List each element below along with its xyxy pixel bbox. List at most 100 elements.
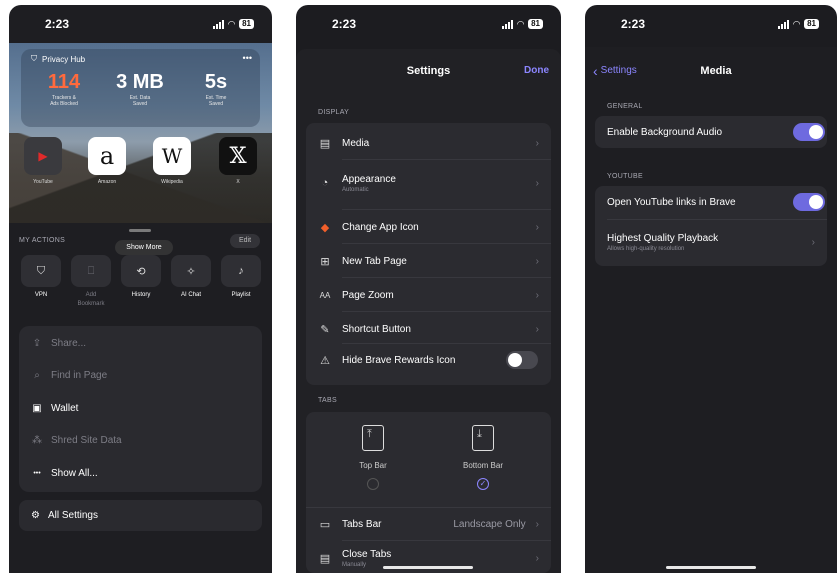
open-youtube-row[interactable]: Open YouTube links in Brave bbox=[607, 186, 815, 218]
new-tab-icon: ⊞ bbox=[320, 255, 330, 268]
action-history[interactable]: ⟲ History bbox=[119, 255, 163, 300]
sheet-grabber[interactable] bbox=[129, 229, 151, 232]
divider bbox=[342, 277, 551, 278]
signal-icon bbox=[213, 19, 225, 29]
top-bar-radio[interactable] bbox=[367, 478, 379, 490]
search-icon: ⌕ bbox=[34, 370, 40, 381]
action-playlist[interactable]: ♪ Playlist bbox=[219, 255, 263, 300]
tabs-bar-row[interactable]: ▭ Tabs Bar Landscape Only › bbox=[318, 509, 539, 539]
status-bar: 2:23 ◠ 81 bbox=[585, 5, 837, 43]
appearance-icon: ◔ bbox=[321, 177, 329, 189]
page-title: Media bbox=[700, 65, 732, 77]
favorite-x[interactable]: 𝕏X bbox=[218, 137, 258, 185]
settings-row-text: Page Zoom bbox=[342, 290, 394, 301]
settings-row-label: Appearance bbox=[342, 173, 396, 185]
open-youtube-toggle[interactable] bbox=[793, 193, 825, 211]
more-icon: ••• bbox=[33, 469, 41, 477]
divider bbox=[306, 507, 551, 508]
status-icons: ◠ 81 bbox=[778, 19, 819, 30]
action-add-bookmark[interactable]: ⎕ Add Bookmark bbox=[69, 255, 113, 309]
stat-value: 3 MB bbox=[116, 71, 164, 93]
hide-rewards-label: Hide Brave Rewards Icon bbox=[342, 354, 456, 366]
action-vpn[interactable]: ⛉ VPN bbox=[19, 255, 63, 300]
menu-item-share[interactable]: ⇪ Share... bbox=[31, 331, 260, 355]
favorite-label: YouTube bbox=[33, 179, 53, 185]
hide-rewards-toggle[interactable] bbox=[506, 351, 538, 369]
settings-row-change-app-icon[interactable]: ◆ Change App Icon › bbox=[318, 211, 539, 243]
hq-playback-row[interactable]: Highest Quality Playback Allows high-qua… bbox=[607, 223, 815, 261]
settings-row-appearance[interactable]: ◔ Appearance Automatic › bbox=[318, 161, 539, 205]
action-label: VPN bbox=[34, 292, 48, 298]
menu-item-show-all[interactable]: ••• Show All... bbox=[31, 461, 260, 485]
edit-button[interactable]: Edit bbox=[230, 234, 260, 248]
settings-row-shortcut-button[interactable]: ✎ Shortcut Button › bbox=[318, 313, 539, 345]
bottom-bar-icon: ⤓ bbox=[472, 425, 494, 451]
menu-item-shred-site-data[interactable]: ⁂ Shred Site Data bbox=[31, 429, 260, 453]
amazon-icon: a bbox=[88, 137, 126, 175]
favorite-amazon[interactable]: a Amazon bbox=[87, 137, 127, 185]
top-bar-option[interactable]: ⤒ Top Bar bbox=[333, 425, 413, 490]
tabs-header: TABS bbox=[318, 397, 337, 404]
tabs-bar-value: Landscape Only bbox=[453, 518, 526, 530]
ai-chat-icon: ✧ bbox=[171, 255, 211, 287]
all-settings-button[interactable]: ⚙ All Settings bbox=[19, 500, 262, 531]
background-audio-toggle[interactable] bbox=[793, 123, 825, 141]
all-settings-label: All Settings bbox=[47, 510, 98, 521]
status-time: 2:23 bbox=[45, 17, 70, 31]
settings-row-media[interactable]: ▤ Media › bbox=[318, 127, 539, 159]
hq-playback-label: Highest Quality Playback bbox=[607, 232, 719, 244]
settings-row-new-tab-page[interactable]: ⊞ New Tab Page › bbox=[318, 245, 539, 277]
status-icons: ◠ 81 bbox=[502, 19, 543, 30]
action-label: Playlist bbox=[231, 292, 251, 298]
menu-item-wallet[interactable]: ▣ Wallet bbox=[31, 396, 260, 420]
chevron-right-icon: › bbox=[535, 137, 539, 149]
media-icon: ▤ bbox=[319, 137, 331, 150]
settings-row-text: Shortcut Button bbox=[342, 324, 411, 335]
done-button[interactable]: Done bbox=[524, 65, 549, 76]
toggle-knob bbox=[809, 195, 823, 209]
panel-menu: 2:23 ◠ 81 ⛉ Privacy Hub ••• 114 Trackers … bbox=[9, 5, 272, 573]
action-label: AI Chat bbox=[180, 292, 201, 298]
top-bar-label: Top Bar bbox=[359, 461, 387, 470]
stat-label: Est. Data Saved bbox=[129, 95, 151, 107]
battery-icon: 81 bbox=[804, 19, 819, 29]
show-more-button[interactable]: Show More bbox=[115, 240, 173, 255]
menu-item-find-in-page[interactable]: ⌕ Find in Page bbox=[31, 364, 260, 388]
screenshot-collage: 2:23 ◠ 81 ⛉ Privacy Hub ••• 114 Trackers … bbox=[0, 0, 837, 573]
favorite-youtube[interactable]: ▶ YouTube bbox=[23, 137, 63, 185]
chevron-right-icon: › bbox=[535, 255, 539, 267]
signal-icon bbox=[778, 19, 790, 29]
open-youtube-label: Open YouTube links in Brave bbox=[607, 196, 736, 208]
bottom-bar-radio[interactable]: ✓ bbox=[477, 478, 489, 490]
wallet-icon: ▣ bbox=[32, 402, 42, 414]
action-label: Add Bookmark bbox=[77, 292, 105, 307]
more-options-icon[interactable]: ••• bbox=[243, 53, 252, 63]
background-audio-row[interactable]: Enable Background Audio bbox=[607, 116, 815, 148]
settings-row-label: Change App Icon bbox=[342, 221, 419, 233]
chevron-right-icon: › bbox=[535, 289, 539, 301]
shield-icon: ⛉ bbox=[31, 54, 37, 63]
action-ai-chat[interactable]: ✧ AI Chat bbox=[169, 255, 213, 300]
status-bar: 2:23 ◠ 81 bbox=[296, 5, 561, 43]
gear-icon: ⚙ bbox=[31, 510, 40, 521]
menu-item-label: Share... bbox=[51, 337, 87, 349]
bottom-bar-option[interactable]: ⤓ Bottom Bar ✓ bbox=[443, 425, 523, 490]
vpn-shield-icon: ⛉ bbox=[21, 255, 61, 287]
wifi-icon: ◠ bbox=[793, 18, 801, 29]
toggle-knob bbox=[809, 125, 823, 139]
wifi-icon: ◠ bbox=[228, 18, 236, 29]
privacy-stat: 114 Trackers & Ads Blocked bbox=[29, 71, 99, 107]
favorite-wikipedia[interactable]: W Wikipedia bbox=[152, 137, 192, 185]
settings-row-label: Page Zoom bbox=[342, 289, 394, 301]
panel-settings: 2:23 ◠ 81 Settings Done DISPLAY ▤ Media › ◔… bbox=[296, 5, 561, 573]
wifi-icon: ◠ bbox=[517, 18, 525, 29]
privacy-stat: 3 MB Est. Data Saved bbox=[105, 71, 175, 107]
menu-item-label: Show All... bbox=[51, 467, 98, 479]
settings-row-text: Change App Icon bbox=[342, 222, 419, 233]
toggle-knob bbox=[508, 353, 522, 367]
divider bbox=[342, 540, 551, 541]
wikipedia-icon: W bbox=[153, 137, 191, 175]
zoom-icon: AA bbox=[319, 290, 331, 300]
settings-row-page-zoom[interactable]: AA Page Zoom › bbox=[318, 279, 539, 311]
home-indicator bbox=[666, 566, 756, 569]
